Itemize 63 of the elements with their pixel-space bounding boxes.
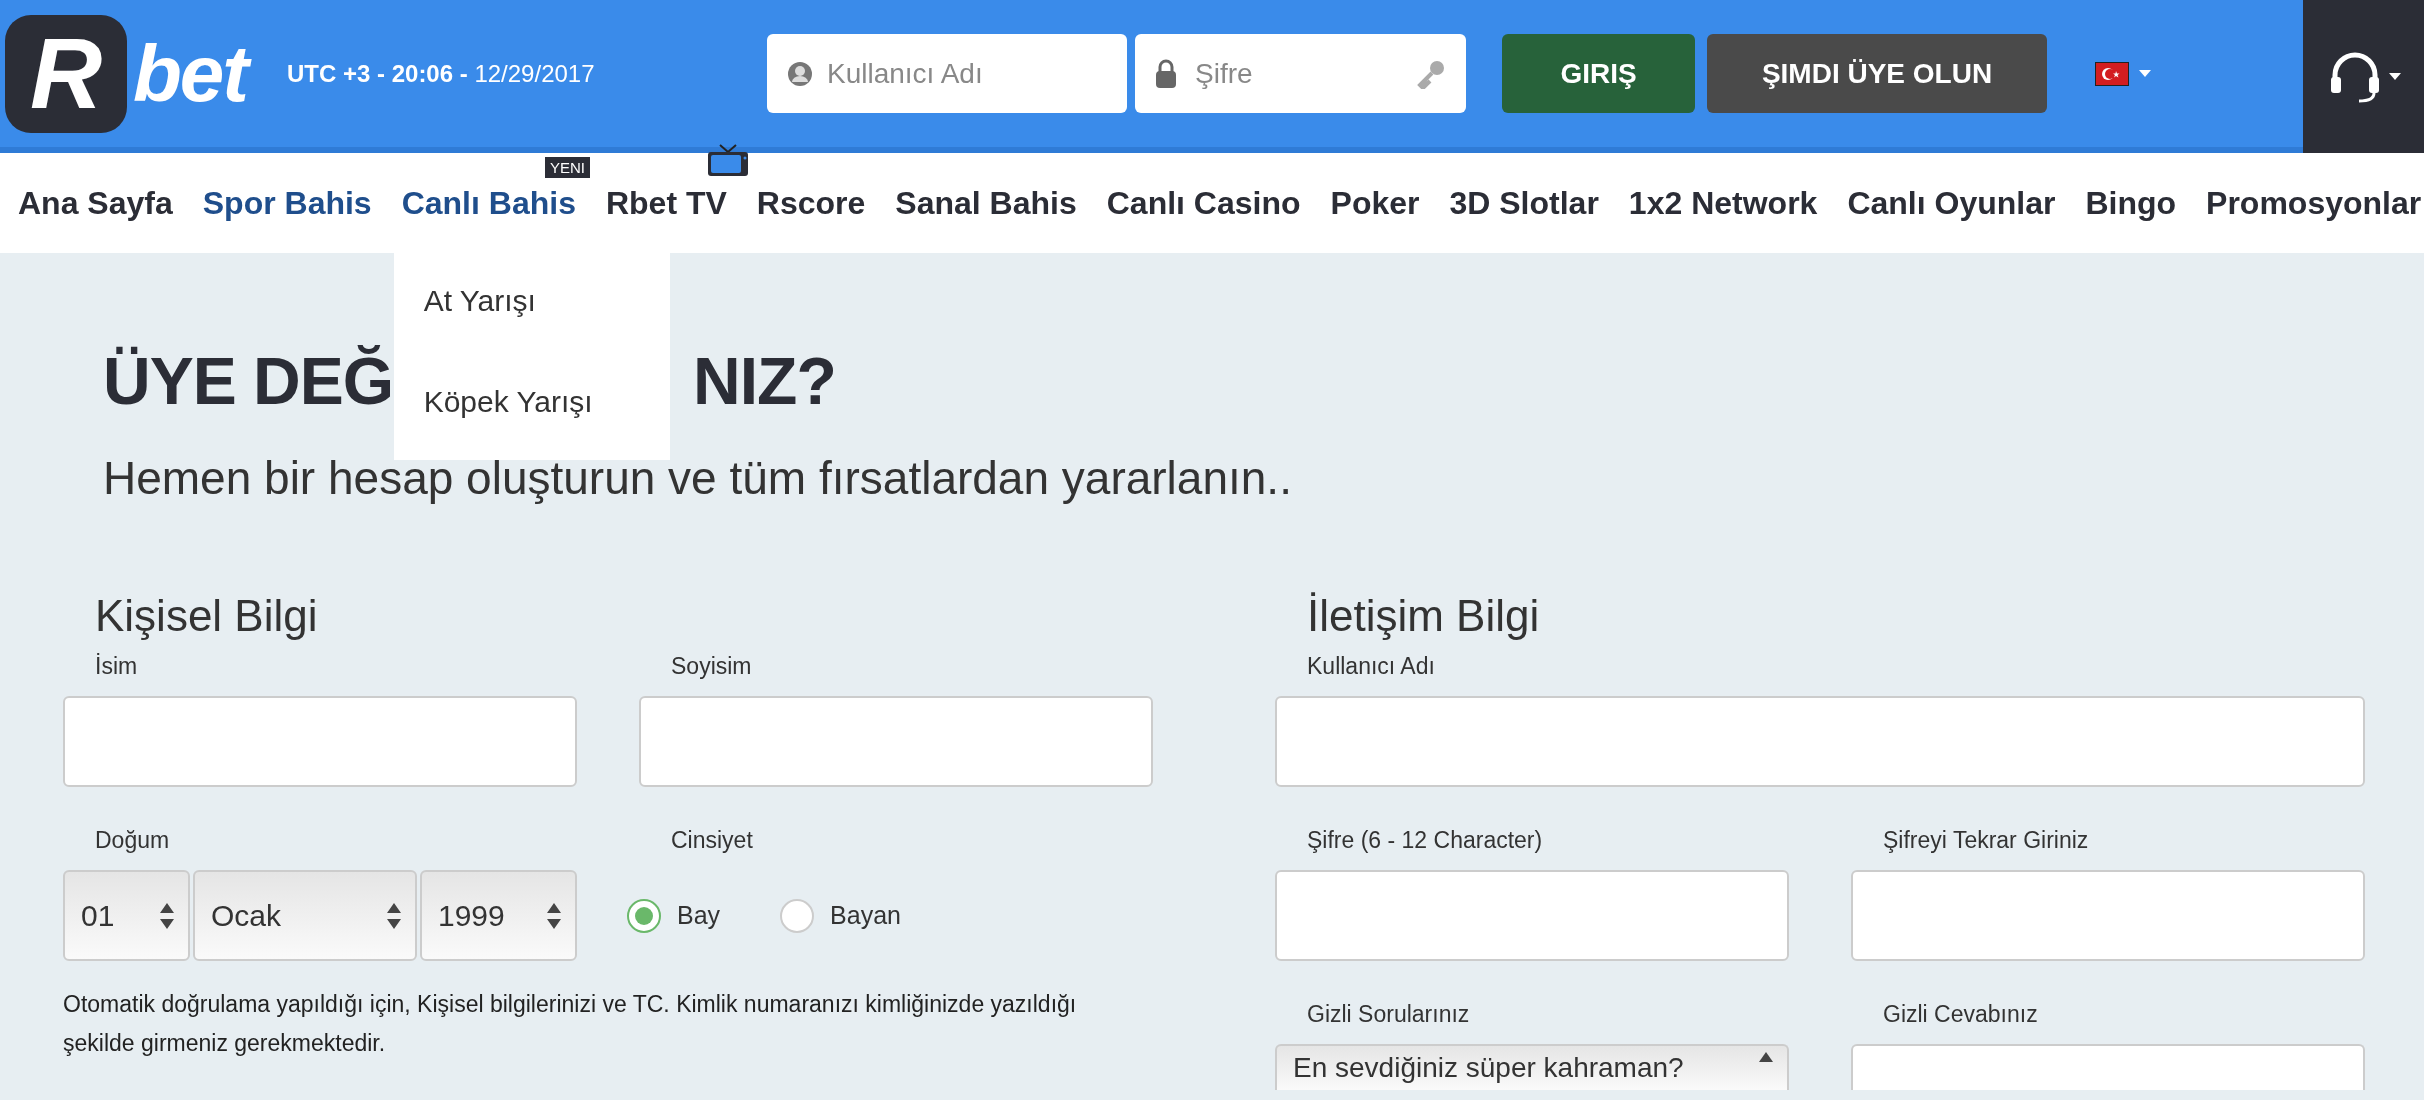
nav-link[interactable]: Canlı Oyunlar bbox=[1847, 184, 2056, 221]
nav-link[interactable]: Rbet TV bbox=[605, 184, 727, 221]
field-label: Cinsiyet bbox=[671, 827, 754, 854]
nav-link[interactable]: Canlı Bahis bbox=[401, 184, 576, 221]
subtitle-text: Hemen bir hesap oluşturun ve tüm fırsatlardan yararlanın.. bbox=[103, 451, 1293, 505]
section-title: İletişim Bilgi bbox=[1307, 591, 1541, 641]
clock-text: UTC +3 - 20:06 - 12/29/2017 bbox=[287, 59, 596, 88]
dropdown-item[interactable]: Köpek Yarışı bbox=[393, 363, 670, 440]
field-label: Soyisim bbox=[671, 653, 753, 680]
field-label: İsim bbox=[95, 653, 139, 680]
section-title: Kişisel Bilgi bbox=[95, 591, 319, 641]
field-label: Şifre (6 - 12 Character) bbox=[1307, 827, 1544, 854]
support-panel[interactable] bbox=[2303, 0, 2424, 153]
select-field[interactable]: En sevdiğiniz süper kahraman? bbox=[1275, 1044, 1789, 1090]
field-label: Şifreyi Tekrar Giriniz bbox=[1883, 827, 2090, 854]
select-field[interactable]: 1999 bbox=[420, 870, 577, 961]
flag-icon[interactable] bbox=[2095, 61, 2129, 86]
select-value: Ocak bbox=[211, 898, 282, 933]
sort-icon bbox=[160, 902, 174, 929]
select-value: 01 bbox=[81, 898, 115, 933]
field-label: Kullanıcı Adı bbox=[1307, 653, 1436, 680]
input-field[interactable] bbox=[1275, 870, 1789, 961]
field-label: Doğum bbox=[95, 827, 171, 854]
select-value: En sevdiğiniz süper kahraman? bbox=[1293, 1052, 1684, 1084]
signup-button[interactable]: ŞIMDI ÜYE OLUN bbox=[1707, 34, 2047, 113]
select-field[interactable]: 01 bbox=[63, 870, 190, 961]
input-field[interactable] bbox=[1851, 870, 2365, 961]
input-field[interactable] bbox=[63, 696, 577, 787]
radio-icon[interactable] bbox=[780, 898, 815, 933]
select-value: 1999 bbox=[438, 898, 505, 933]
sort-icon bbox=[387, 902, 401, 929]
note-text: Otomatik doğrulama yapıldığı için, Kişisel bilgilerinizi ve TC. Kimlik numaranızı kimliğinizde yazıldığı şekilde girmeniz gerekmektedir. bbox=[63, 990, 1078, 1059]
nav-link[interactable]: Rscore bbox=[756, 184, 866, 221]
nav-link[interactable]: Bingo bbox=[2085, 184, 2177, 221]
caret-icon[interactable] bbox=[2388, 73, 2401, 80]
password-field[interactable]: Şifre bbox=[1135, 34, 1466, 113]
radio-option[interactable]: Bay bbox=[627, 898, 721, 933]
input-field[interactable] bbox=[1275, 696, 2365, 787]
username-field[interactable]: Kullanıcı Adı bbox=[767, 34, 1127, 113]
select-field[interactable]: Ocak bbox=[193, 870, 417, 961]
input-field[interactable] bbox=[1851, 1044, 2365, 1090]
sort-icon bbox=[1759, 1052, 1773, 1064]
radio-icon[interactable] bbox=[627, 898, 661, 933]
nav-link[interactable]: Canlı Casino bbox=[1106, 184, 1301, 221]
key-icon[interactable] bbox=[1416, 58, 1446, 89]
logo-mark[interactable]: R bbox=[5, 14, 127, 133]
login-button[interactable]: GIRIŞ bbox=[1502, 34, 1695, 113]
nav-link[interactable]: Ana Sayfa bbox=[18, 184, 173, 221]
nav-link[interactable]: Promosyonlar bbox=[2206, 184, 2422, 221]
field-label: Gizli Sorularınız bbox=[1307, 1001, 1471, 1028]
field-label: Gizli Cevabınız bbox=[1883, 1001, 2039, 1028]
nav-link[interactable]: Sanal Bahis bbox=[895, 184, 1077, 221]
nav-link[interactable]: Spor Bahis bbox=[202, 184, 372, 221]
page-heading: NIZ? bbox=[693, 343, 836, 419]
radio-option[interactable]: Bayan bbox=[780, 898, 901, 933]
sort-icon bbox=[547, 902, 561, 929]
nav-link[interactable]: Poker bbox=[1330, 184, 1420, 221]
nav-link[interactable]: 1x2 Network bbox=[1628, 184, 1818, 221]
dropdown-item[interactable]: At Yarışı bbox=[393, 262, 670, 339]
page-heading: ÜYE DEĞ bbox=[103, 343, 394, 419]
new-badge: YENI bbox=[544, 156, 590, 178]
input-field[interactable] bbox=[639, 696, 1153, 787]
nav-link[interactable]: 3D Slotlar bbox=[1449, 184, 1599, 221]
